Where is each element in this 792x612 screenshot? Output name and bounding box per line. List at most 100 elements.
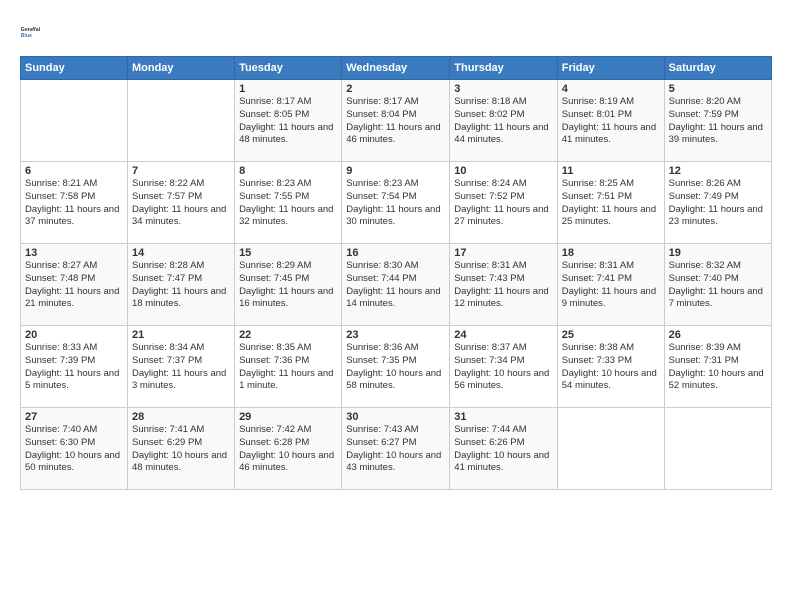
day-info: Sunrise: 8:20 AM Sunset: 7:59 PM Dayligh…	[669, 96, 767, 147]
calendar-week-1: 1Sunrise: 8:17 AM Sunset: 8:05 PM Daylig…	[21, 80, 772, 162]
calendar-day-cell: 26Sunrise: 8:39 AM Sunset: 7:31 PM Dayli…	[664, 326, 771, 408]
day-number: 22	[239, 329, 337, 341]
day-number: 24	[454, 329, 552, 341]
calendar-day-cell: 5Sunrise: 8:20 AM Sunset: 7:59 PM Daylig…	[664, 80, 771, 162]
day-number: 23	[346, 329, 445, 341]
day-info: Sunrise: 8:28 AM Sunset: 7:47 PM Dayligh…	[132, 260, 230, 311]
calendar-day-cell: 23Sunrise: 8:36 AM Sunset: 7:35 PM Dayli…	[342, 326, 450, 408]
calendar-week-4: 20Sunrise: 8:33 AM Sunset: 7:39 PM Dayli…	[21, 326, 772, 408]
day-info: Sunrise: 7:44 AM Sunset: 6:26 PM Dayligh…	[454, 424, 552, 475]
calendar-day-cell: 13Sunrise: 8:27 AM Sunset: 7:48 PM Dayli…	[21, 244, 128, 326]
day-info: Sunrise: 8:38 AM Sunset: 7:33 PM Dayligh…	[562, 342, 660, 393]
calendar-day-cell	[127, 80, 234, 162]
calendar-day-cell: 31Sunrise: 7:44 AM Sunset: 6:26 PM Dayli…	[450, 408, 557, 490]
calendar-day-cell: 4Sunrise: 8:19 AM Sunset: 8:01 PM Daylig…	[557, 80, 664, 162]
day-info: Sunrise: 8:39 AM Sunset: 7:31 PM Dayligh…	[669, 342, 767, 393]
day-number: 27	[25, 411, 123, 423]
calendar-day-cell: 24Sunrise: 8:37 AM Sunset: 7:34 PM Dayli…	[450, 326, 557, 408]
day-number: 11	[562, 165, 660, 177]
calendar-day-cell: 14Sunrise: 8:28 AM Sunset: 7:47 PM Dayli…	[127, 244, 234, 326]
day-number: 15	[239, 247, 337, 259]
weekday-saturday: Saturday	[664, 57, 771, 80]
day-number: 5	[669, 83, 767, 95]
day-info: Sunrise: 8:24 AM Sunset: 7:52 PM Dayligh…	[454, 178, 552, 229]
day-info: Sunrise: 8:23 AM Sunset: 7:54 PM Dayligh…	[346, 178, 445, 229]
day-info: Sunrise: 8:22 AM Sunset: 7:57 PM Dayligh…	[132, 178, 230, 229]
day-info: Sunrise: 7:43 AM Sunset: 6:27 PM Dayligh…	[346, 424, 445, 475]
calendar-day-cell: 20Sunrise: 8:33 AM Sunset: 7:39 PM Dayli…	[21, 326, 128, 408]
day-info: Sunrise: 7:41 AM Sunset: 6:29 PM Dayligh…	[132, 424, 230, 475]
calendar-day-cell: 9Sunrise: 8:23 AM Sunset: 7:54 PM Daylig…	[342, 162, 450, 244]
calendar-day-cell: 30Sunrise: 7:43 AM Sunset: 6:27 PM Dayli…	[342, 408, 450, 490]
day-info: Sunrise: 8:26 AM Sunset: 7:49 PM Dayligh…	[669, 178, 767, 229]
day-info: Sunrise: 8:36 AM Sunset: 7:35 PM Dayligh…	[346, 342, 445, 393]
calendar-day-cell: 18Sunrise: 8:31 AM Sunset: 7:41 PM Dayli…	[557, 244, 664, 326]
day-info: Sunrise: 8:19 AM Sunset: 8:01 PM Dayligh…	[562, 96, 660, 147]
day-info: Sunrise: 8:31 AM Sunset: 7:43 PM Dayligh…	[454, 260, 552, 311]
weekday-header-row: SundayMondayTuesdayWednesdayThursdayFrid…	[21, 57, 772, 80]
day-info: Sunrise: 8:27 AM Sunset: 7:48 PM Dayligh…	[25, 260, 123, 311]
day-number: 29	[239, 411, 337, 423]
calendar-week-2: 6Sunrise: 8:21 AM Sunset: 7:58 PM Daylig…	[21, 162, 772, 244]
day-number: 19	[669, 247, 767, 259]
weekday-sunday: Sunday	[21, 57, 128, 80]
day-info: Sunrise: 8:34 AM Sunset: 7:37 PM Dayligh…	[132, 342, 230, 393]
calendar-day-cell	[557, 408, 664, 490]
calendar-day-cell: 11Sunrise: 8:25 AM Sunset: 7:51 PM Dayli…	[557, 162, 664, 244]
calendar-day-cell: 17Sunrise: 8:31 AM Sunset: 7:43 PM Dayli…	[450, 244, 557, 326]
calendar-day-cell: 15Sunrise: 8:29 AM Sunset: 7:45 PM Dayli…	[235, 244, 342, 326]
day-number: 17	[454, 247, 552, 259]
day-info: Sunrise: 8:30 AM Sunset: 7:44 PM Dayligh…	[346, 260, 445, 311]
day-number: 4	[562, 83, 660, 95]
day-number: 18	[562, 247, 660, 259]
day-info: Sunrise: 7:40 AM Sunset: 6:30 PM Dayligh…	[25, 424, 123, 475]
day-number: 26	[669, 329, 767, 341]
calendar-day-cell: 16Sunrise: 8:30 AM Sunset: 7:44 PM Dayli…	[342, 244, 450, 326]
calendar-day-cell: 28Sunrise: 7:41 AM Sunset: 6:29 PM Dayli…	[127, 408, 234, 490]
calendar-day-cell: 21Sunrise: 8:34 AM Sunset: 7:37 PM Dayli…	[127, 326, 234, 408]
calendar-week-3: 13Sunrise: 8:27 AM Sunset: 7:48 PM Dayli…	[21, 244, 772, 326]
day-number: 28	[132, 411, 230, 423]
calendar-day-cell: 8Sunrise: 8:23 AM Sunset: 7:55 PM Daylig…	[235, 162, 342, 244]
calendar-day-cell: 19Sunrise: 8:32 AM Sunset: 7:40 PM Dayli…	[664, 244, 771, 326]
calendar-day-cell: 25Sunrise: 8:38 AM Sunset: 7:33 PM Dayli…	[557, 326, 664, 408]
calendar-day-cell: 29Sunrise: 7:42 AM Sunset: 6:28 PM Dayli…	[235, 408, 342, 490]
day-info: Sunrise: 8:32 AM Sunset: 7:40 PM Dayligh…	[669, 260, 767, 311]
day-number: 12	[669, 165, 767, 177]
day-info: Sunrise: 8:23 AM Sunset: 7:55 PM Dayligh…	[239, 178, 337, 229]
calendar-day-cell: 3Sunrise: 8:18 AM Sunset: 8:02 PM Daylig…	[450, 80, 557, 162]
day-number: 10	[454, 165, 552, 177]
day-number: 7	[132, 165, 230, 177]
day-info: Sunrise: 7:42 AM Sunset: 6:28 PM Dayligh…	[239, 424, 337, 475]
calendar-day-cell: 2Sunrise: 8:17 AM Sunset: 8:04 PM Daylig…	[342, 80, 450, 162]
calendar-day-cell	[664, 408, 771, 490]
calendar-day-cell: 7Sunrise: 8:22 AM Sunset: 7:57 PM Daylig…	[127, 162, 234, 244]
calendar-day-cell: 22Sunrise: 8:35 AM Sunset: 7:36 PM Dayli…	[235, 326, 342, 408]
weekday-wednesday: Wednesday	[342, 57, 450, 80]
day-number: 30	[346, 411, 445, 423]
day-info: Sunrise: 8:33 AM Sunset: 7:39 PM Dayligh…	[25, 342, 123, 393]
day-number: 1	[239, 83, 337, 95]
logo-icon: General Blue	[20, 18, 48, 46]
weekday-tuesday: Tuesday	[235, 57, 342, 80]
calendar-day-cell: 12Sunrise: 8:26 AM Sunset: 7:49 PM Dayli…	[664, 162, 771, 244]
day-number: 25	[562, 329, 660, 341]
day-number: 16	[346, 247, 445, 259]
day-number: 21	[132, 329, 230, 341]
day-number: 13	[25, 247, 123, 259]
svg-text:Blue: Blue	[21, 33, 32, 39]
calendar-day-cell: 27Sunrise: 7:40 AM Sunset: 6:30 PM Dayli…	[21, 408, 128, 490]
day-number: 3	[454, 83, 552, 95]
day-info: Sunrise: 8:17 AM Sunset: 8:04 PM Dayligh…	[346, 96, 445, 147]
calendar-day-cell: 6Sunrise: 8:21 AM Sunset: 7:58 PM Daylig…	[21, 162, 128, 244]
day-number: 9	[346, 165, 445, 177]
day-info: Sunrise: 8:17 AM Sunset: 8:05 PM Dayligh…	[239, 96, 337, 147]
calendar-week-5: 27Sunrise: 7:40 AM Sunset: 6:30 PM Dayli…	[21, 408, 772, 490]
day-number: 20	[25, 329, 123, 341]
calendar-day-cell: 1Sunrise: 8:17 AM Sunset: 8:05 PM Daylig…	[235, 80, 342, 162]
weekday-friday: Friday	[557, 57, 664, 80]
svg-text:General: General	[21, 27, 41, 33]
calendar-day-cell: 10Sunrise: 8:24 AM Sunset: 7:52 PM Dayli…	[450, 162, 557, 244]
day-info: Sunrise: 8:25 AM Sunset: 7:51 PM Dayligh…	[562, 178, 660, 229]
day-number: 14	[132, 247, 230, 259]
